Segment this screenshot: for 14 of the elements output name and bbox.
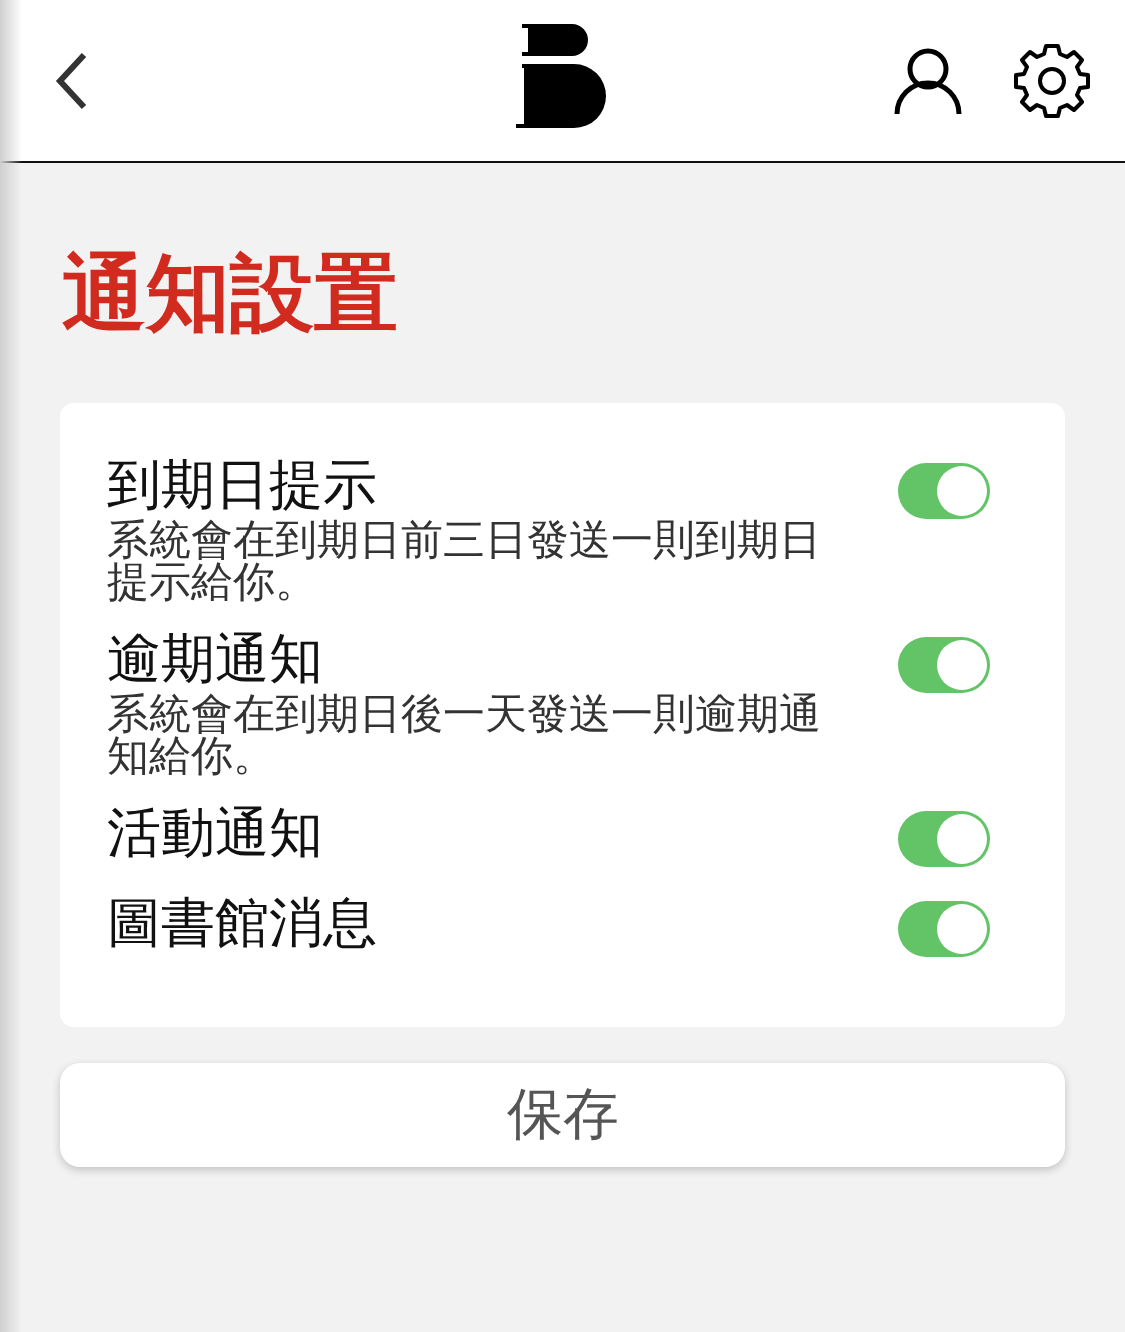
toggle-switch[interactable] xyxy=(898,463,990,519)
toggle-switch[interactable] xyxy=(898,901,990,957)
setting-label: 活動通知 xyxy=(107,800,323,866)
toggle-switch[interactable] xyxy=(898,637,990,693)
setting-label: 圖書館消息 xyxy=(107,890,377,956)
save-button[interactable]: 保存 xyxy=(60,1063,1065,1167)
setting-label: 逾期通知 xyxy=(107,626,324,692)
setting-description: 系統會在到期日前三日發送一則到期日提示給你。 xyxy=(107,519,822,603)
page-title: 通知設置 xyxy=(61,243,399,344)
setting-label: 到期日提示 xyxy=(107,452,378,518)
logo-icon xyxy=(516,24,608,128)
setting-description: 系統會在到期日後一天發送一則逾期通知給你。 xyxy=(107,693,822,777)
toggle-switch[interactable] xyxy=(898,811,990,867)
settings-icon[interactable] xyxy=(1013,41,1091,120)
